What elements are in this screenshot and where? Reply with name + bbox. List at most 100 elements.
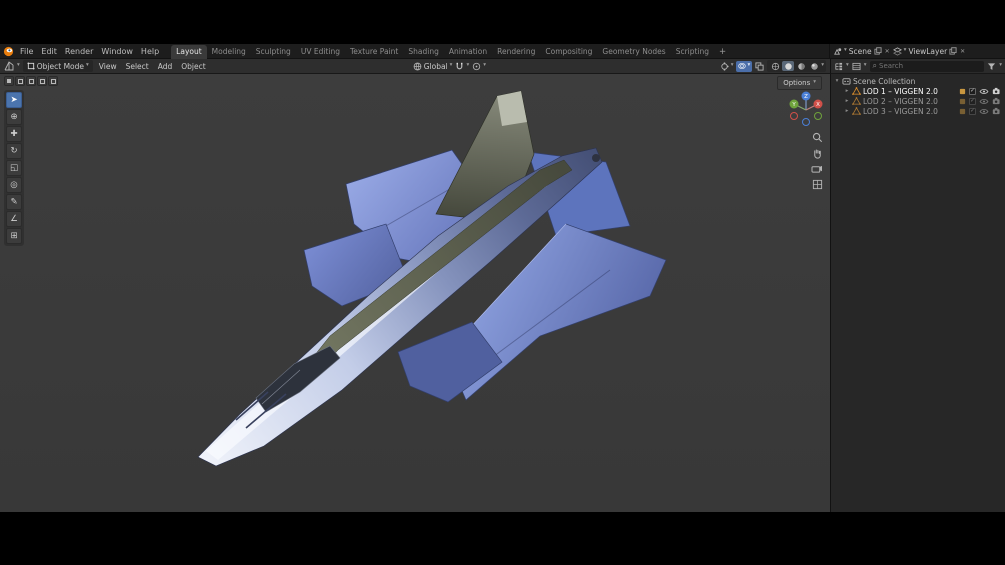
outliner-search[interactable]: ⌕ — [869, 60, 985, 72]
tool-transform-button[interactable]: ◎ — [6, 177, 22, 193]
scene-icon — [833, 47, 842, 56]
menu-select[interactable]: Select — [123, 62, 152, 71]
chevron-down-icon[interactable]: ▾ — [904, 48, 907, 54]
workspace-tab-shading[interactable]: Shading — [403, 45, 443, 59]
new-viewlayer-icon[interactable] — [949, 47, 957, 55]
shading-wireframe-button[interactable] — [769, 61, 781, 71]
outliner-row-lod3[interactable]: ▸ LOD 3 – VIGGEN 2.0 ✓ — [831, 106, 1005, 116]
expand-arrow-icon[interactable]: ▾ — [834, 78, 840, 84]
selectability-checkbox[interactable]: ✓ — [969, 87, 976, 95]
menu-file[interactable]: File — [16, 44, 37, 59]
chevron-down-icon[interactable]: ▾ — [846, 63, 849, 69]
topbar: File Edit Render Window Help Layout Mode… — [0, 44, 1005, 59]
expand-arrow-icon[interactable]: ▸ — [844, 108, 850, 114]
eye-visibility-icon[interactable] — [979, 88, 989, 95]
navigation-gizmo[interactable]: Z X Y — [786, 88, 826, 128]
gizmos-dropdown[interactable]: ▾ — [720, 61, 733, 71]
tool-select-box-button[interactable]: ➤ — [6, 92, 22, 108]
transform-orientation-selector[interactable]: Global ▾ — [413, 62, 452, 71]
menu-add[interactable]: Add — [155, 62, 176, 71]
tool-annotate-button[interactable]: ✎ — [6, 194, 22, 210]
select-mode-subtract-button[interactable] — [26, 76, 36, 86]
camera-render-icon[interactable] — [992, 87, 1002, 95]
chevron-down-icon[interactable]: ▾ — [17, 63, 20, 69]
workspace-tab-sculpting[interactable]: Sculpting — [251, 45, 296, 59]
grid-ortho-icon[interactable] — [812, 179, 823, 190]
search-icon: ⌕ — [872, 61, 878, 70]
zoom-icon[interactable] — [812, 132, 823, 143]
menu-render[interactable]: Render — [61, 44, 97, 59]
xray-toggle[interactable] — [755, 61, 764, 71]
gizmo-icon — [720, 61, 729, 71]
viewport-header: ▾ Object Mode ▾ View Select Add Object G… — [0, 59, 830, 74]
tool-cursor-button[interactable]: ⊕ — [6, 109, 22, 125]
workspace-tab-layout[interactable]: Layout — [171, 44, 207, 59]
expand-arrow-icon[interactable]: ▸ — [844, 88, 850, 94]
select-mode-invert-button[interactable] — [37, 76, 47, 86]
unlink-scene-button[interactable]: ✕ — [884, 48, 891, 55]
outliner-editor-type-icon[interactable] — [834, 62, 843, 71]
editor-type-icon[interactable] — [4, 61, 14, 71]
menu-view[interactable]: View — [96, 62, 120, 71]
tool-scale-button[interactable]: ◱ — [6, 160, 22, 176]
viewport-3d-model[interactable] — [0, 74, 830, 512]
outliner-row-scene-collection[interactable]: ▾ Scene Collection — [831, 76, 1005, 86]
collection-icon — [842, 77, 851, 85]
workspace-tab-geometry-nodes[interactable]: Geometry Nodes — [597, 45, 670, 59]
chevron-down-icon[interactable]: ▾ — [844, 48, 847, 54]
viewlayer-selector[interactable]: ViewLayer — [908, 47, 947, 56]
chevron-down-icon[interactable]: ▾ — [821, 63, 824, 69]
menu-window[interactable]: Window — [97, 44, 137, 59]
select-mode-intersect-button[interactable] — [48, 76, 58, 86]
new-scene-icon[interactable] — [874, 47, 882, 55]
filter-funnel-icon[interactable] — [987, 62, 996, 71]
select-mode-new-button[interactable] — [4, 76, 14, 86]
shading-solid-button[interactable] — [782, 61, 795, 71]
camera-render-icon[interactable] — [992, 97, 1002, 105]
camera-view-icon[interactable] — [811, 164, 823, 174]
shading-rendered-button[interactable] — [808, 61, 820, 71]
search-input[interactable] — [879, 62, 982, 70]
proportional-edit-toggle[interactable]: ▾ — [472, 62, 486, 71]
workspace-tab-compositing[interactable]: Compositing — [540, 45, 597, 59]
eye-visibility-icon[interactable] — [979, 98, 989, 105]
overlays-toggle[interactable]: ▾ — [736, 60, 753, 72]
camera-render-icon[interactable] — [992, 107, 1002, 115]
expand-arrow-icon[interactable]: ▸ — [844, 98, 850, 104]
workspace-tab-animation[interactable]: Animation — [444, 45, 492, 59]
selectability-checkbox[interactable]: ✓ — [969, 107, 976, 115]
workspace-tab-texture-paint[interactable]: Texture Paint — [345, 45, 403, 59]
outliner-row-lod1[interactable]: ▸ LOD 1 – VIGGEN 2.0 ✓ — [831, 86, 1005, 96]
tool-rotate-button[interactable]: ↻ — [6, 143, 22, 159]
chevron-down-icon[interactable]: ▾ — [864, 63, 867, 69]
outliner-header: ▾ ▾ ⌕ ▾ — [830, 59, 1005, 74]
pan-hand-icon[interactable] — [812, 148, 823, 159]
select-mode-extend-button[interactable] — [15, 76, 25, 86]
menu-help[interactable]: Help — [137, 44, 163, 59]
workspace-tab-rendering[interactable]: Rendering — [492, 45, 540, 59]
selectability-checkbox[interactable]: ✓ — [969, 97, 976, 105]
outliner-row-lod2[interactable]: ▸ LOD 2 – VIGGEN 2.0 ✓ — [831, 96, 1005, 106]
tool-add-cube-button[interactable]: ⊞ — [6, 228, 22, 244]
blender-logo-icon[interactable] — [0, 44, 16, 59]
display-mode-icon[interactable] — [852, 62, 861, 71]
remove-viewlayer-button[interactable]: ✕ — [959, 48, 966, 55]
workspace-tab-scripting[interactable]: Scripting — [671, 45, 714, 59]
workspace-tab-modeling[interactable]: Modeling — [207, 45, 251, 59]
menu-object[interactable]: Object — [178, 62, 208, 71]
scene-selector[interactable]: Scene — [849, 47, 872, 56]
viewport-3d[interactable]: Options ▾ ➤ ⊕ ✚ ↻ ◱ ◎ ✎ ∠ ⊞ Z X Y — [0, 74, 830, 512]
tool-measure-button[interactable]: ∠ — [6, 211, 22, 227]
snap-toggle[interactable]: ▾ — [455, 62, 469, 71]
mode-selector[interactable]: Object Mode ▾ — [22, 60, 93, 72]
eye-visibility-icon[interactable] — [979, 108, 989, 115]
shading-material-button[interactable] — [795, 61, 807, 71]
mesh-object-icon — [852, 87, 861, 95]
add-workspace-button[interactable]: + — [714, 45, 731, 59]
menu-edit[interactable]: Edit — [37, 44, 61, 59]
workspace-tab-uv-editing[interactable]: UV Editing — [296, 45, 345, 59]
chevron-down-icon[interactable]: ▾ — [999, 63, 1002, 69]
chevron-down-icon: ▾ — [813, 79, 816, 86]
tool-move-button[interactable]: ✚ — [6, 126, 22, 142]
blender-window: File Edit Render Window Help Layout Mode… — [0, 0, 1005, 565]
